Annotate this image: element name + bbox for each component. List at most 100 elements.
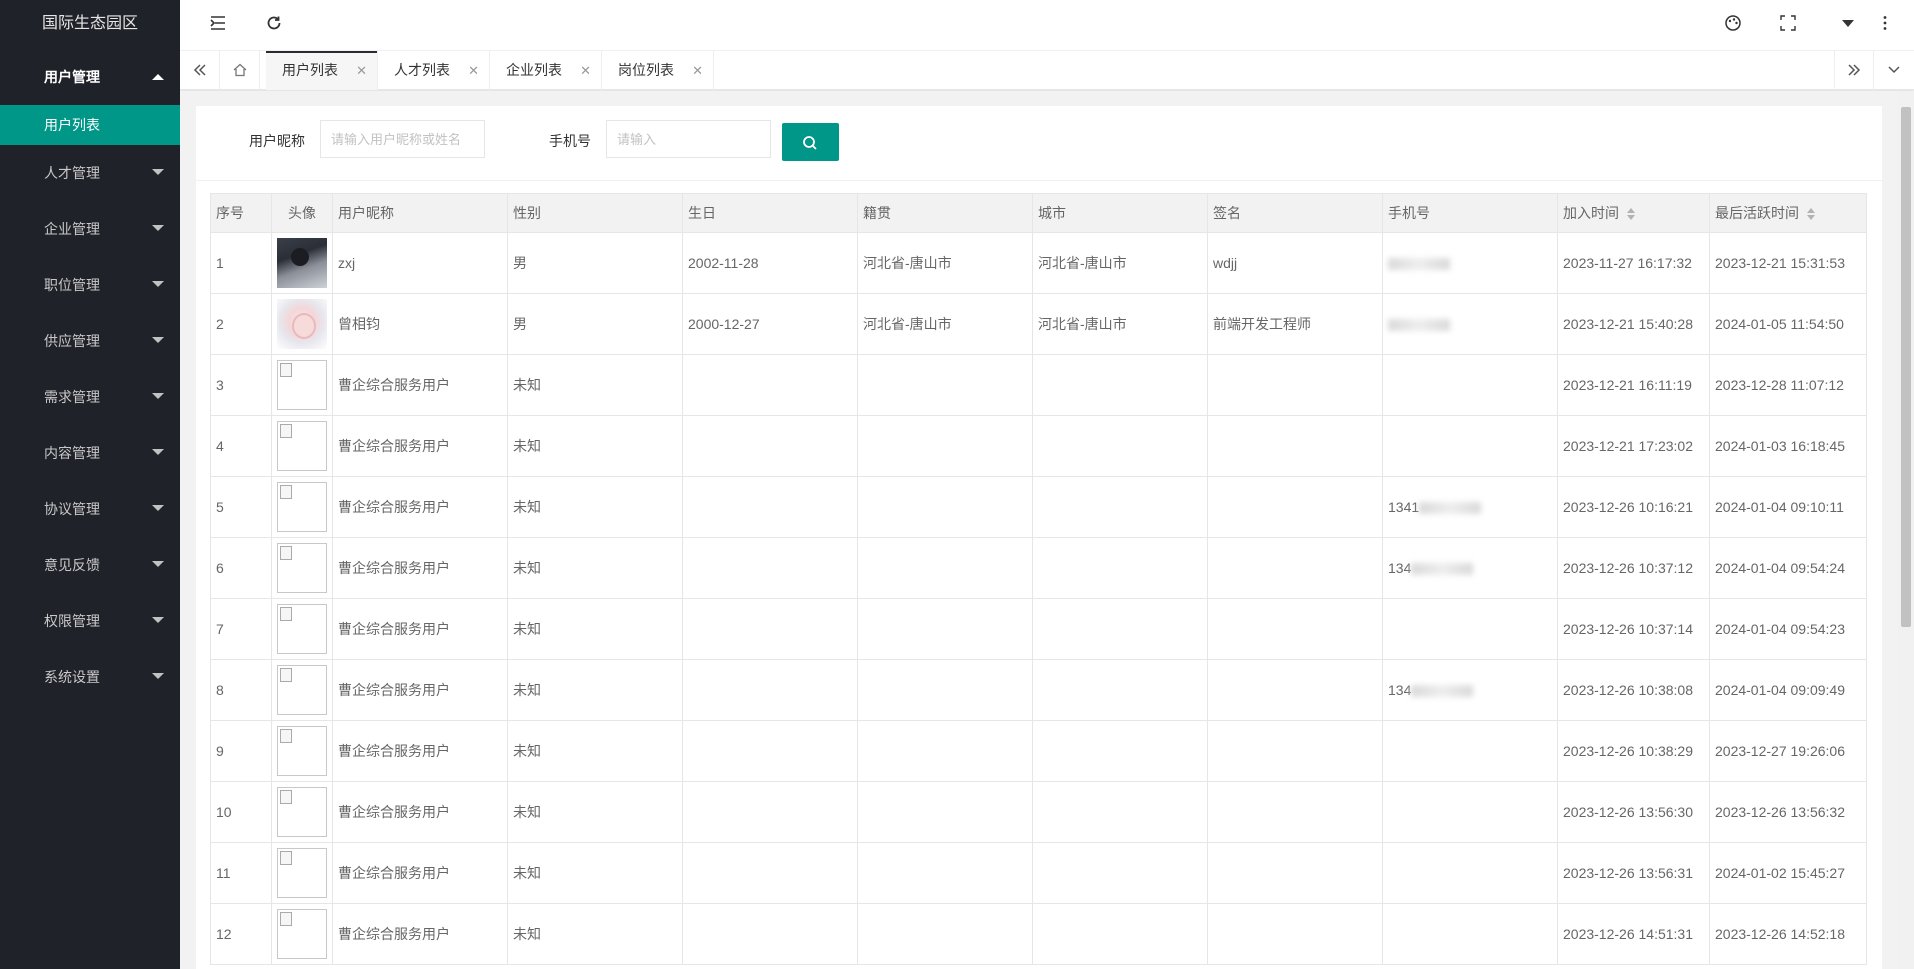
sidebar-item-demand[interactable]: 需求管理	[0, 369, 180, 425]
tab-enterprise-list[interactable]: 企业列表 ✕	[490, 51, 602, 90]
col-header-last-active[interactable]: 最后活跃时间	[1709, 193, 1867, 233]
home-tab[interactable]	[220, 51, 260, 90]
tab-talent-list[interactable]: 人才列表 ✕	[378, 51, 490, 90]
cell-gender: 未知	[507, 598, 683, 660]
refresh-icon[interactable]	[263, 14, 285, 36]
cell-signature	[1207, 903, 1383, 965]
cell-last-active: 2024-01-04 09:09:49	[1709, 659, 1867, 721]
sort-icon[interactable]	[1627, 208, 1635, 221]
cell-signature	[1207, 476, 1383, 538]
broken-image-glyph	[280, 485, 292, 499]
scrollbar-thumb[interactable]	[1901, 107, 1911, 627]
sort-icon[interactable]	[1807, 208, 1815, 221]
phone-search-input[interactable]	[606, 120, 771, 158]
cell-signature	[1207, 781, 1383, 843]
chevron-down-icon	[152, 393, 164, 399]
col-header-gender: 性别	[507, 193, 683, 233]
cell-city	[1032, 781, 1208, 843]
redacted-phone-mask	[1411, 563, 1474, 576]
cell-no: 4	[210, 415, 272, 477]
theme-palette-icon[interactable]	[1722, 14, 1744, 36]
cell-birthday	[682, 842, 858, 904]
close-icon[interactable]: ✕	[692, 51, 703, 90]
cell-phone	[1382, 903, 1558, 965]
cell-birthday	[682, 903, 858, 965]
sidebar-item-user-management[interactable]: 用户管理	[0, 50, 180, 105]
close-icon[interactable]: ✕	[580, 51, 591, 90]
sidebar-item-supply[interactable]: 供应管理	[0, 313, 180, 369]
menu-collapse-icon[interactable]	[207, 14, 229, 36]
cell-city	[1032, 659, 1208, 721]
sidebar: 国际生态园区 用户管理 用户列表 人才管理 企业管理 职位管理 供应管理 需求管…	[0, 0, 180, 969]
tabs-scroll-right-button[interactable]	[1834, 51, 1874, 90]
cell-native	[857, 903, 1033, 965]
cell-native	[857, 720, 1033, 782]
cell-signature: 前端开发工程师	[1207, 293, 1383, 355]
tabs-menu-button[interactable]	[1874, 51, 1914, 90]
cell-birthday	[682, 354, 858, 416]
close-icon[interactable]: ✕	[468, 51, 479, 90]
sidebar-item-agreement[interactable]: 协议管理	[0, 481, 180, 537]
redacted-phone-mask	[1388, 319, 1450, 332]
sidebar-item-content[interactable]: 内容管理	[0, 425, 180, 481]
cell-gender: 未知	[507, 354, 683, 416]
sidebar-item-permission[interactable]: 权限管理	[0, 593, 180, 649]
broken-image-icon	[277, 543, 327, 593]
cell-gender: 未知	[507, 720, 683, 782]
more-vertical-icon[interactable]	[1874, 14, 1896, 36]
cell-phone: 134	[1382, 659, 1558, 721]
cell-signature	[1207, 659, 1383, 721]
cell-nickname: 曹企综合服务用户	[332, 659, 508, 721]
search-button[interactable]	[782, 123, 839, 161]
cell-joined: 2023-12-26 13:56:31	[1557, 842, 1710, 904]
cell-gender: 男	[507, 232, 683, 294]
cell-nickname: 曹企综合服务用户	[332, 415, 508, 477]
col-header-phone: 手机号	[1382, 193, 1558, 233]
tabs-bar: 用户列表 ✕ 人才列表 ✕ 企业列表 ✕ 岗位列表 ✕	[180, 50, 1914, 90]
col-header-label: 加入时间	[1563, 205, 1619, 221]
cell-native	[857, 415, 1033, 477]
sidebar-item-label: 人才管理	[44, 165, 100, 181]
cell-no: 3	[210, 354, 272, 416]
cell-native: 河北省-唐山市	[857, 232, 1033, 294]
cell-last-active: 2024-01-02 15:45:27	[1709, 842, 1867, 904]
sidebar-item-system-settings[interactable]: 系统设置	[0, 649, 180, 705]
user-dropdown-caret-icon[interactable]	[1837, 14, 1859, 36]
cell-phone: 134	[1382, 537, 1558, 599]
sidebar-item-feedback[interactable]: 意见反馈	[0, 537, 180, 593]
cell-nickname: 曹企综合服务用户	[332, 720, 508, 782]
cell-gender: 未知	[507, 781, 683, 843]
cell-phone	[1382, 720, 1558, 782]
cell-avatar	[271, 781, 333, 843]
cell-city	[1032, 415, 1208, 477]
nickname-search-input[interactable]	[320, 120, 485, 158]
redacted-phone-mask	[1388, 258, 1450, 271]
tab-position-list[interactable]: 岗位列表 ✕	[602, 51, 714, 90]
cell-phone	[1382, 232, 1558, 294]
broken-image-icon	[277, 726, 327, 776]
cell-joined: 2023-12-21 15:40:28	[1557, 293, 1710, 355]
sidebar-item-talent[interactable]: 人才管理	[0, 145, 180, 201]
tab-label: 岗位列表	[618, 62, 674, 78]
fullscreen-icon[interactable]	[1777, 14, 1799, 36]
sidebar-item-position[interactable]: 职位管理	[0, 257, 180, 313]
cell-signature	[1207, 720, 1383, 782]
close-icon[interactable]: ✕	[356, 51, 367, 90]
col-header-joined[interactable]: 加入时间	[1557, 193, 1710, 233]
cell-last-active: 2023-12-28 11:07:12	[1709, 354, 1867, 416]
sidebar-item-label: 系统设置	[44, 669, 100, 685]
tab-user-list[interactable]: 用户列表 ✕	[266, 51, 378, 90]
sidebar-item-enterprise[interactable]: 企业管理	[0, 201, 180, 257]
cell-gender: 未知	[507, 537, 683, 599]
cell-avatar	[271, 842, 333, 904]
phone-text: 134	[1388, 682, 1412, 698]
cell-joined: 2023-12-26 10:37:12	[1557, 537, 1710, 599]
sidebar-subitem-user-list[interactable]: 用户列表	[0, 105, 180, 145]
cell-avatar	[271, 903, 333, 965]
cell-birthday	[682, 598, 858, 660]
cell-birthday	[682, 415, 858, 477]
cell-nickname: 曹企综合服务用户	[332, 537, 508, 599]
tabs-scroll-left-button[interactable]	[180, 51, 220, 90]
cell-phone	[1382, 293, 1558, 355]
cell-city	[1032, 903, 1208, 965]
